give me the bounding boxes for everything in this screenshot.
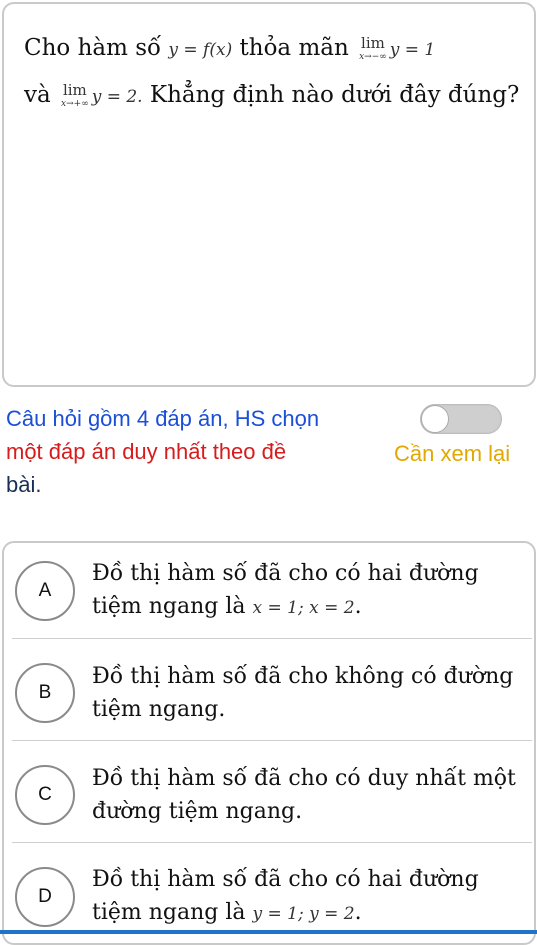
question-text-part1: Cho hàm số bbox=[24, 35, 169, 61]
limit-plus-infinity: lim x→+∞ bbox=[61, 83, 89, 109]
instruction-line-1: Câu hỏi gồm 4 đáp án, HS chọn bbox=[6, 406, 320, 431]
option-radio-a[interactable]: A bbox=[15, 561, 75, 621]
instruction-line-3: bài. bbox=[6, 472, 42, 497]
limit-minus-infinity: lim x→−∞ bbox=[359, 36, 387, 62]
divider bbox=[12, 740, 532, 741]
answer-option-b[interactable]: B Đồ thị hàm số đã cho không có đường ti… bbox=[4, 641, 534, 741]
option-d-tail: . bbox=[354, 900, 362, 925]
option-text-b: Đồ thị hàm số đã cho không có đường tiệm… bbox=[92, 664, 514, 722]
limit-value-2: y = 2. bbox=[91, 87, 143, 107]
review-toggle[interactable] bbox=[420, 404, 502, 434]
divider bbox=[12, 638, 532, 639]
lim-subscript-1: x→−∞ bbox=[359, 52, 387, 62]
bottom-progress-bar bbox=[0, 930, 537, 934]
option-text-d: Đồ thị hàm số đã cho có hai đường tiệm n… bbox=[92, 863, 522, 931]
answer-option-c[interactable]: C Đồ thị hàm số đã cho có duy nhất một đ… bbox=[4, 743, 534, 843]
option-radio-c[interactable]: C bbox=[15, 765, 75, 825]
instruction-text: Câu hỏi gồm 4 đáp án, HS chọn một đáp án… bbox=[6, 402, 386, 501]
lim-word-2: lim bbox=[62, 81, 87, 99]
function-expression: y = f(x) bbox=[168, 40, 233, 60]
question-text-part3: và bbox=[24, 82, 59, 108]
divider bbox=[12, 842, 532, 843]
option-text-c: Đồ thị hàm số đã cho có duy nhất một đườ… bbox=[92, 766, 516, 824]
instruction-line-2: một đáp án duy nhất theo đề bbox=[6, 439, 287, 464]
question-text-part2: thỏa mãn bbox=[232, 35, 357, 61]
toggle-knob bbox=[421, 405, 449, 433]
answer-option-a[interactable]: A Đồ thị hàm số đã cho có hai đường tiệm… bbox=[4, 543, 534, 643]
question-text-part4: Khẳng định nào dưới đây đúng? bbox=[142, 82, 520, 108]
lim-word-1: lim bbox=[361, 34, 385, 52]
question-card: Cho hàm số y = f(x) thỏa mãn lim x→−∞ y = … bbox=[2, 2, 536, 387]
option-a-tail: . bbox=[354, 594, 362, 619]
question-text: Cho hàm số y = f(x) thỏa mãn lim x→−∞ y = … bbox=[24, 26, 524, 120]
limit-value-1: y = 1 bbox=[389, 40, 436, 60]
option-radio-d[interactable]: D bbox=[15, 867, 75, 927]
option-d-math: y = 1; y = 2 bbox=[252, 904, 355, 924]
option-text-a: Đồ thị hàm số đã cho có hai đường tiệm n… bbox=[92, 557, 522, 625]
option-radio-b[interactable]: B bbox=[15, 663, 75, 723]
lim-subscript-2: x→+∞ bbox=[61, 99, 89, 109]
answer-list: A Đồ thị hàm số đã cho có hai đường tiệm… bbox=[2, 541, 536, 945]
review-label: Cần xem lại bbox=[394, 441, 511, 466]
option-a-math: x = 1; x = 2 bbox=[252, 598, 355, 618]
